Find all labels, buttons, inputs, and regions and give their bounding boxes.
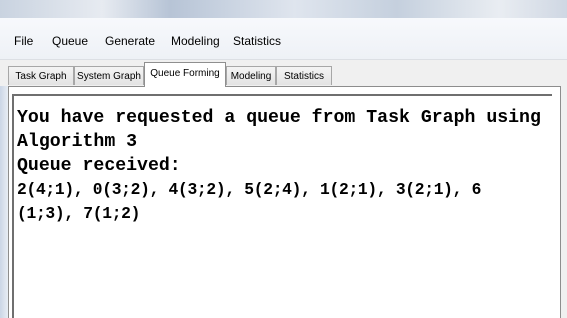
- window-left-border: [0, 86, 8, 318]
- queue-output-textbox[interactable]: You have requested a queue from Task Gra…: [12, 94, 552, 318]
- menu-file[interactable]: File: [14, 34, 33, 48]
- tab-strip: Task Graph System Graph Queue Forming Mo…: [0, 60, 567, 87]
- tab-system-graph[interactable]: System Graph: [74, 66, 144, 85]
- output-line-queue-items-continued: (1;3), 7(1;2): [17, 204, 141, 223]
- tab-queue-forming[interactable]: Queue Forming: [144, 62, 226, 87]
- menu-bar: File Queue Generate Modeling Statistics: [0, 18, 567, 60]
- menu-queue[interactable]: Queue: [52, 34, 88, 48]
- menu-modeling[interactable]: Modeling: [171, 34, 220, 48]
- tab-modeling[interactable]: Modeling: [226, 66, 276, 85]
- tab-statistics[interactable]: Statistics: [276, 66, 332, 85]
- output-line-request: You have requested a queue from Task Gra…: [17, 108, 541, 128]
- output-line-algorithm: Algorithm 3: [17, 132, 138, 152]
- window-title-bar: [0, 0, 567, 18]
- output-line-queue-items: 2(4;1), 0(3;2), 4(3;2), 5(2;4), 1(2;1), …: [17, 180, 482, 199]
- menu-statistics[interactable]: Statistics: [233, 34, 281, 48]
- output-line-queue-received: Queue received:: [17, 156, 181, 176]
- tab-task-graph[interactable]: Task Graph: [8, 66, 74, 85]
- menu-generate[interactable]: Generate: [105, 34, 155, 48]
- application-window: File Queue Generate Modeling Statistics …: [0, 0, 567, 318]
